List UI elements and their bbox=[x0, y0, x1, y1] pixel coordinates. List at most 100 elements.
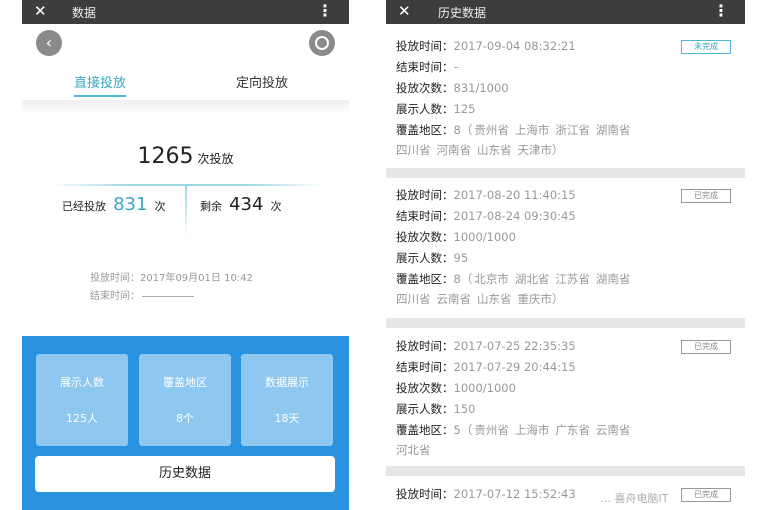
field-value: 2017-07-12 15:52:43 bbox=[453, 487, 576, 501]
field-value: 2017-07-25 22:35:35 bbox=[453, 339, 576, 353]
field-label: 投放时间： bbox=[396, 339, 454, 353]
total-unit: 次投放 bbox=[197, 152, 234, 166]
record-separator bbox=[386, 168, 745, 178]
history-data-button[interactable]: 历史数据 bbox=[35, 456, 335, 492]
people-row: 展示人数：150 bbox=[396, 401, 475, 417]
tab-direct-delivery[interactable]: 直接投放 bbox=[74, 72, 127, 97]
region-row-2: 河北省 bbox=[396, 442, 431, 458]
field-label: 覆盖地区： bbox=[396, 123, 454, 137]
divider bbox=[50, 184, 325, 186]
card-value: 8个 bbox=[176, 412, 194, 425]
end-row: 结束时间：2017-08-24 09:30:45 bbox=[396, 208, 576, 224]
divider bbox=[185, 186, 187, 238]
card-title: 数据展示 bbox=[265, 376, 309, 389]
delivered-unit: 次 bbox=[154, 200, 166, 213]
end-time-row: 结束时间： bbox=[90, 288, 253, 306]
end-time-label: 结束时间： bbox=[90, 291, 140, 302]
region: 重庆市） bbox=[517, 292, 564, 306]
region: 湖南省 bbox=[595, 272, 631, 286]
field-label: 投放次数： bbox=[396, 381, 454, 395]
field-label: 投放次数： bbox=[396, 81, 454, 95]
more-menu-icon[interactable]: ⋮ bbox=[317, 1, 333, 20]
field-label: 展示人数： bbox=[396, 102, 454, 116]
watermark: … 喜舟电脑IT bbox=[600, 492, 669, 505]
count-row: 投放次数：831/1000 bbox=[396, 80, 509, 96]
field-value: 150 bbox=[453, 402, 476, 416]
region: 浙江省 bbox=[555, 123, 590, 137]
field-value: 125 bbox=[453, 102, 476, 116]
start-row: 投放时间：2017-09-04 08:32:21 bbox=[396, 38, 576, 54]
history-screen: ✕ 历史数据 ⋮ 未完成 投放时间：2017-09-04 08:32:21 结束… bbox=[386, 0, 745, 510]
region: 山东省 bbox=[477, 292, 512, 306]
close-icon[interactable]: ✕ bbox=[34, 2, 47, 20]
start-row: 投放时间：2017-07-12 15:52:43 bbox=[396, 486, 576, 502]
app-bar-title: 数据 bbox=[72, 6, 97, 20]
field-value: 1000/1000 bbox=[453, 230, 516, 244]
tab-targeted-delivery[interactable]: 定向投放 bbox=[236, 72, 288, 91]
region: 湖北省 bbox=[514, 272, 550, 286]
field-value: 2017-09-04 08:32:21 bbox=[453, 39, 576, 53]
region: 上海市 bbox=[514, 123, 550, 137]
start-row: 投放时间：2017-08-20 11:40:15 bbox=[396, 187, 576, 203]
field-value: 2017-08-24 09:30:45 bbox=[453, 209, 576, 223]
app-bar: ✕ 数据 ⋮ bbox=[22, 0, 349, 24]
field-value: 1000/1000 bbox=[453, 381, 516, 395]
field-value: 2017-07-29 20:44:15 bbox=[453, 360, 576, 374]
chevron-left-icon: ‹ bbox=[45, 33, 53, 52]
end-row: 结束时间：– bbox=[396, 59, 459, 75]
record-separator bbox=[386, 318, 745, 328]
home-circle-button[interactable] bbox=[309, 30, 335, 56]
region-row-2: 四川省 河南省 山东省 天津市） bbox=[396, 142, 564, 158]
people-card[interactable]: 展示人数 125人 bbox=[36, 354, 128, 446]
count-row: 投放次数：1000/1000 bbox=[396, 229, 516, 245]
region: 贵州省 bbox=[474, 423, 509, 437]
region: 江苏省 bbox=[555, 272, 590, 286]
field-label: 结束时间： bbox=[396, 360, 454, 374]
app-bar: ✕ 历史数据 ⋮ bbox=[386, 0, 745, 24]
end-row: 结束时间：2017-07-29 20:44:15 bbox=[396, 359, 576, 375]
region: 北京市 bbox=[474, 272, 509, 286]
back-circle-button[interactable]: ‹ bbox=[36, 30, 62, 56]
end-time-empty bbox=[142, 295, 194, 297]
people-row: 展示人数：95 bbox=[396, 250, 468, 266]
field-label: 投放时间： bbox=[396, 188, 454, 202]
region: 天津市） bbox=[517, 143, 564, 157]
card-title: 覆盖地区 bbox=[163, 376, 207, 389]
field-label: 覆盖地区： bbox=[396, 272, 454, 286]
field-value: 95 bbox=[453, 251, 469, 265]
field-label: 展示人数： bbox=[396, 402, 454, 416]
remaining-value: 434 bbox=[229, 194, 264, 215]
region: 河北省 bbox=[396, 443, 431, 457]
region-row: 覆盖地区：5（ 贵州省 上海市 广东省 云南省 bbox=[396, 422, 630, 438]
region-row: 覆盖地区：8（ 贵州省 上海市 浙江省 湖南省 bbox=[396, 122, 630, 138]
region: 河南省 bbox=[436, 143, 472, 157]
field-label: 投放时间： bbox=[396, 487, 454, 501]
field-label: 覆盖地区： bbox=[396, 423, 454, 437]
close-icon[interactable]: ✕ bbox=[398, 2, 411, 20]
region: 湖南省 bbox=[595, 123, 631, 137]
days-card[interactable]: 数据展示 18天 bbox=[241, 354, 333, 446]
field-label: 结束时间： bbox=[396, 209, 454, 223]
card-value: 125人 bbox=[66, 412, 98, 425]
delivered-stat: 已经投放 831 次 bbox=[62, 194, 166, 215]
record-separator bbox=[386, 466, 745, 476]
screenshot-root: ✕ 数据 ⋮ ‹ 直接投放 定向投放 1265 次投放 已经投放 831 次 剩余… bbox=[0, 0, 768, 510]
region-card[interactable]: 覆盖地区 8个 bbox=[139, 354, 231, 446]
card-value: 18天 bbox=[274, 412, 300, 425]
summary-panel: 展示人数 125人 覆盖地区 8个 数据展示 18天 历史数据 bbox=[22, 336, 349, 510]
status-badge: 已完成 bbox=[681, 488, 731, 502]
more-menu-icon[interactable]: ⋮ bbox=[713, 1, 729, 20]
region: 四川省 bbox=[396, 143, 431, 157]
card-title: 展示人数 bbox=[60, 376, 104, 389]
field-label: 投放次数： bbox=[396, 230, 454, 244]
divider bbox=[22, 100, 349, 114]
status-badge: 已完成 bbox=[681, 340, 731, 354]
remaining-stat: 剩余 434 次 bbox=[200, 194, 282, 215]
field-value: 831/1000 bbox=[453, 81, 509, 95]
status-badge: 未完成 bbox=[681, 40, 731, 54]
remaining-label: 剩余 bbox=[200, 200, 222, 213]
people-row: 展示人数：125 bbox=[396, 101, 475, 117]
region: 上海市 bbox=[514, 423, 550, 437]
app-bar-title: 历史数据 bbox=[438, 6, 487, 20]
field-label: 投放时间： bbox=[396, 39, 454, 53]
